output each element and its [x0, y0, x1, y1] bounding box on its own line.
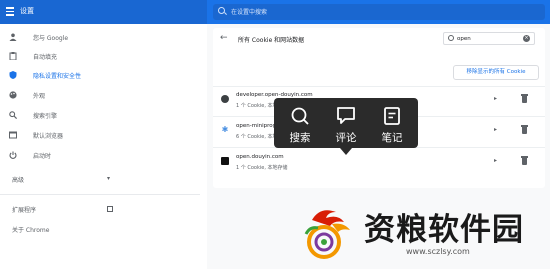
- sidebar-item-label: 外观: [33, 93, 46, 100]
- clear-icon[interactable]: ×: [523, 35, 530, 42]
- sidebar-divider: [0, 194, 200, 195]
- back-arrow-icon[interactable]: ←: [220, 33, 228, 43]
- site-row-open-douyin[interactable]: open.douyin.com 1 个 Cookie, 本地存储 ▸: [213, 148, 545, 178]
- watermark-url: www.sczlsy.com: [406, 247, 470, 256]
- comment-icon: [337, 107, 355, 124]
- trash-icon[interactable]: [521, 125, 528, 134]
- search-icon: [218, 7, 225, 14]
- card-title: 所有 Cookie 和网站数据: [238, 37, 305, 44]
- search-icon: [291, 107, 309, 125]
- sidebar-item-default-browser[interactable]: 默认浏览器: [0, 128, 200, 144]
- sidebar-item-label: 默认浏览器: [33, 133, 64, 140]
- sidebar-item-appearance[interactable]: 外观: [0, 88, 200, 104]
- sidebar-item-autofill[interactable]: 自动填充: [0, 49, 200, 65]
- note-icon: [384, 107, 400, 125]
- top-bar: 设置: [0, 0, 550, 24]
- popup-comment-button[interactable]: 评论: [326, 104, 366, 144]
- title-area: 设置: [0, 0, 207, 24]
- sidebar-item-label: 搜索引擎: [33, 113, 58, 120]
- remove-all-shown-button[interactable]: 移除显示的所有 Cookie: [453, 65, 539, 80]
- chevron-down-icon: ▾: [107, 175, 111, 182]
- search-icon: [9, 111, 18, 120]
- popup-search-label: 搜索: [289, 132, 311, 144]
- menu-icon[interactable]: [6, 7, 14, 16]
- chevron-right-icon[interactable]: ▸: [494, 126, 497, 134]
- cookie-filter[interactable]: ×: [443, 32, 535, 45]
- watermark-brand: 资粮软件园: [364, 212, 524, 248]
- popup-note-label: 笔记: [381, 132, 403, 144]
- sidebar-item-you-and-google[interactable]: 您与 Google: [0, 30, 200, 46]
- palette-icon: [9, 91, 17, 99]
- page-title: 设置: [20, 7, 34, 15]
- trash-icon[interactable]: [521, 94, 528, 103]
- shield-icon: [9, 71, 17, 79]
- chevron-right-icon[interactable]: ▸: [494, 157, 497, 165]
- snowflake-icon: ✱: [221, 125, 229, 134]
- trash-icon[interactable]: [521, 156, 528, 165]
- clipboard-icon: [9, 52, 17, 61]
- sidebar-item-about-chrome[interactable]: 关于 Chrome: [0, 222, 200, 238]
- open-in-new-icon: [107, 206, 113, 212]
- sidebar-item-on-startup[interactable]: 启动时: [0, 148, 200, 164]
- sidebar-item-search-engine[interactable]: 搜索引擎: [0, 108, 200, 124]
- popup-note-button[interactable]: 笔记: [372, 104, 412, 144]
- sidebar-item-label: 自动填充: [33, 54, 58, 61]
- sidebar-item-privacy-security[interactable]: 隐私设置和安全性: [0, 68, 200, 84]
- douyin-icon: [221, 157, 229, 165]
- sidebar-item-label: 隐私设置和安全性: [33, 73, 82, 80]
- sidebar-item-extensions[interactable]: 扩展程序: [0, 202, 200, 218]
- popup-search-button[interactable]: 搜索: [280, 104, 320, 144]
- globe-icon: [221, 95, 229, 103]
- sidebar-advanced-toggle[interactable]: 高级 ▾: [0, 172, 200, 188]
- card-header: ← 所有 Cookie 和网站数据 ×: [213, 28, 545, 50]
- browser-icon: [9, 131, 17, 139]
- chevron-right-icon[interactable]: ▸: [494, 95, 497, 103]
- person-icon: [9, 33, 17, 41]
- sidebar: 您与 Google 自动填充 隐私设置和安全性 外观 搜索引擎 默认浏览器 启动…: [0, 24, 207, 269]
- site-name: open.douyin.com: [236, 154, 284, 160]
- selection-popup: 搜索 评论 笔记: [274, 98, 418, 155]
- search-icon: [448, 35, 454, 41]
- watermark: 资粮软件园 www.sczlsy.com: [298, 200, 548, 266]
- cookie-filter-input[interactable]: [457, 34, 517, 43]
- sidebar-item-label: 扩展程序: [12, 207, 37, 214]
- sidebar-item-label: 您与 Google: [33, 35, 69, 42]
- site-detail: 1 个 Cookie, 本地存储: [236, 165, 288, 171]
- settings-search[interactable]: [213, 4, 545, 20]
- power-icon: [9, 151, 17, 159]
- sidebar-item-label: 关于 Chrome: [12, 227, 50, 234]
- search-input[interactable]: [231, 7, 531, 17]
- popup-comment-label: 评论: [335, 132, 357, 144]
- sidebar-item-label: 启动时: [33, 153, 52, 160]
- sidebar-advanced-label: 高级: [12, 177, 25, 184]
- dragon-logo-icon: [304, 210, 350, 259]
